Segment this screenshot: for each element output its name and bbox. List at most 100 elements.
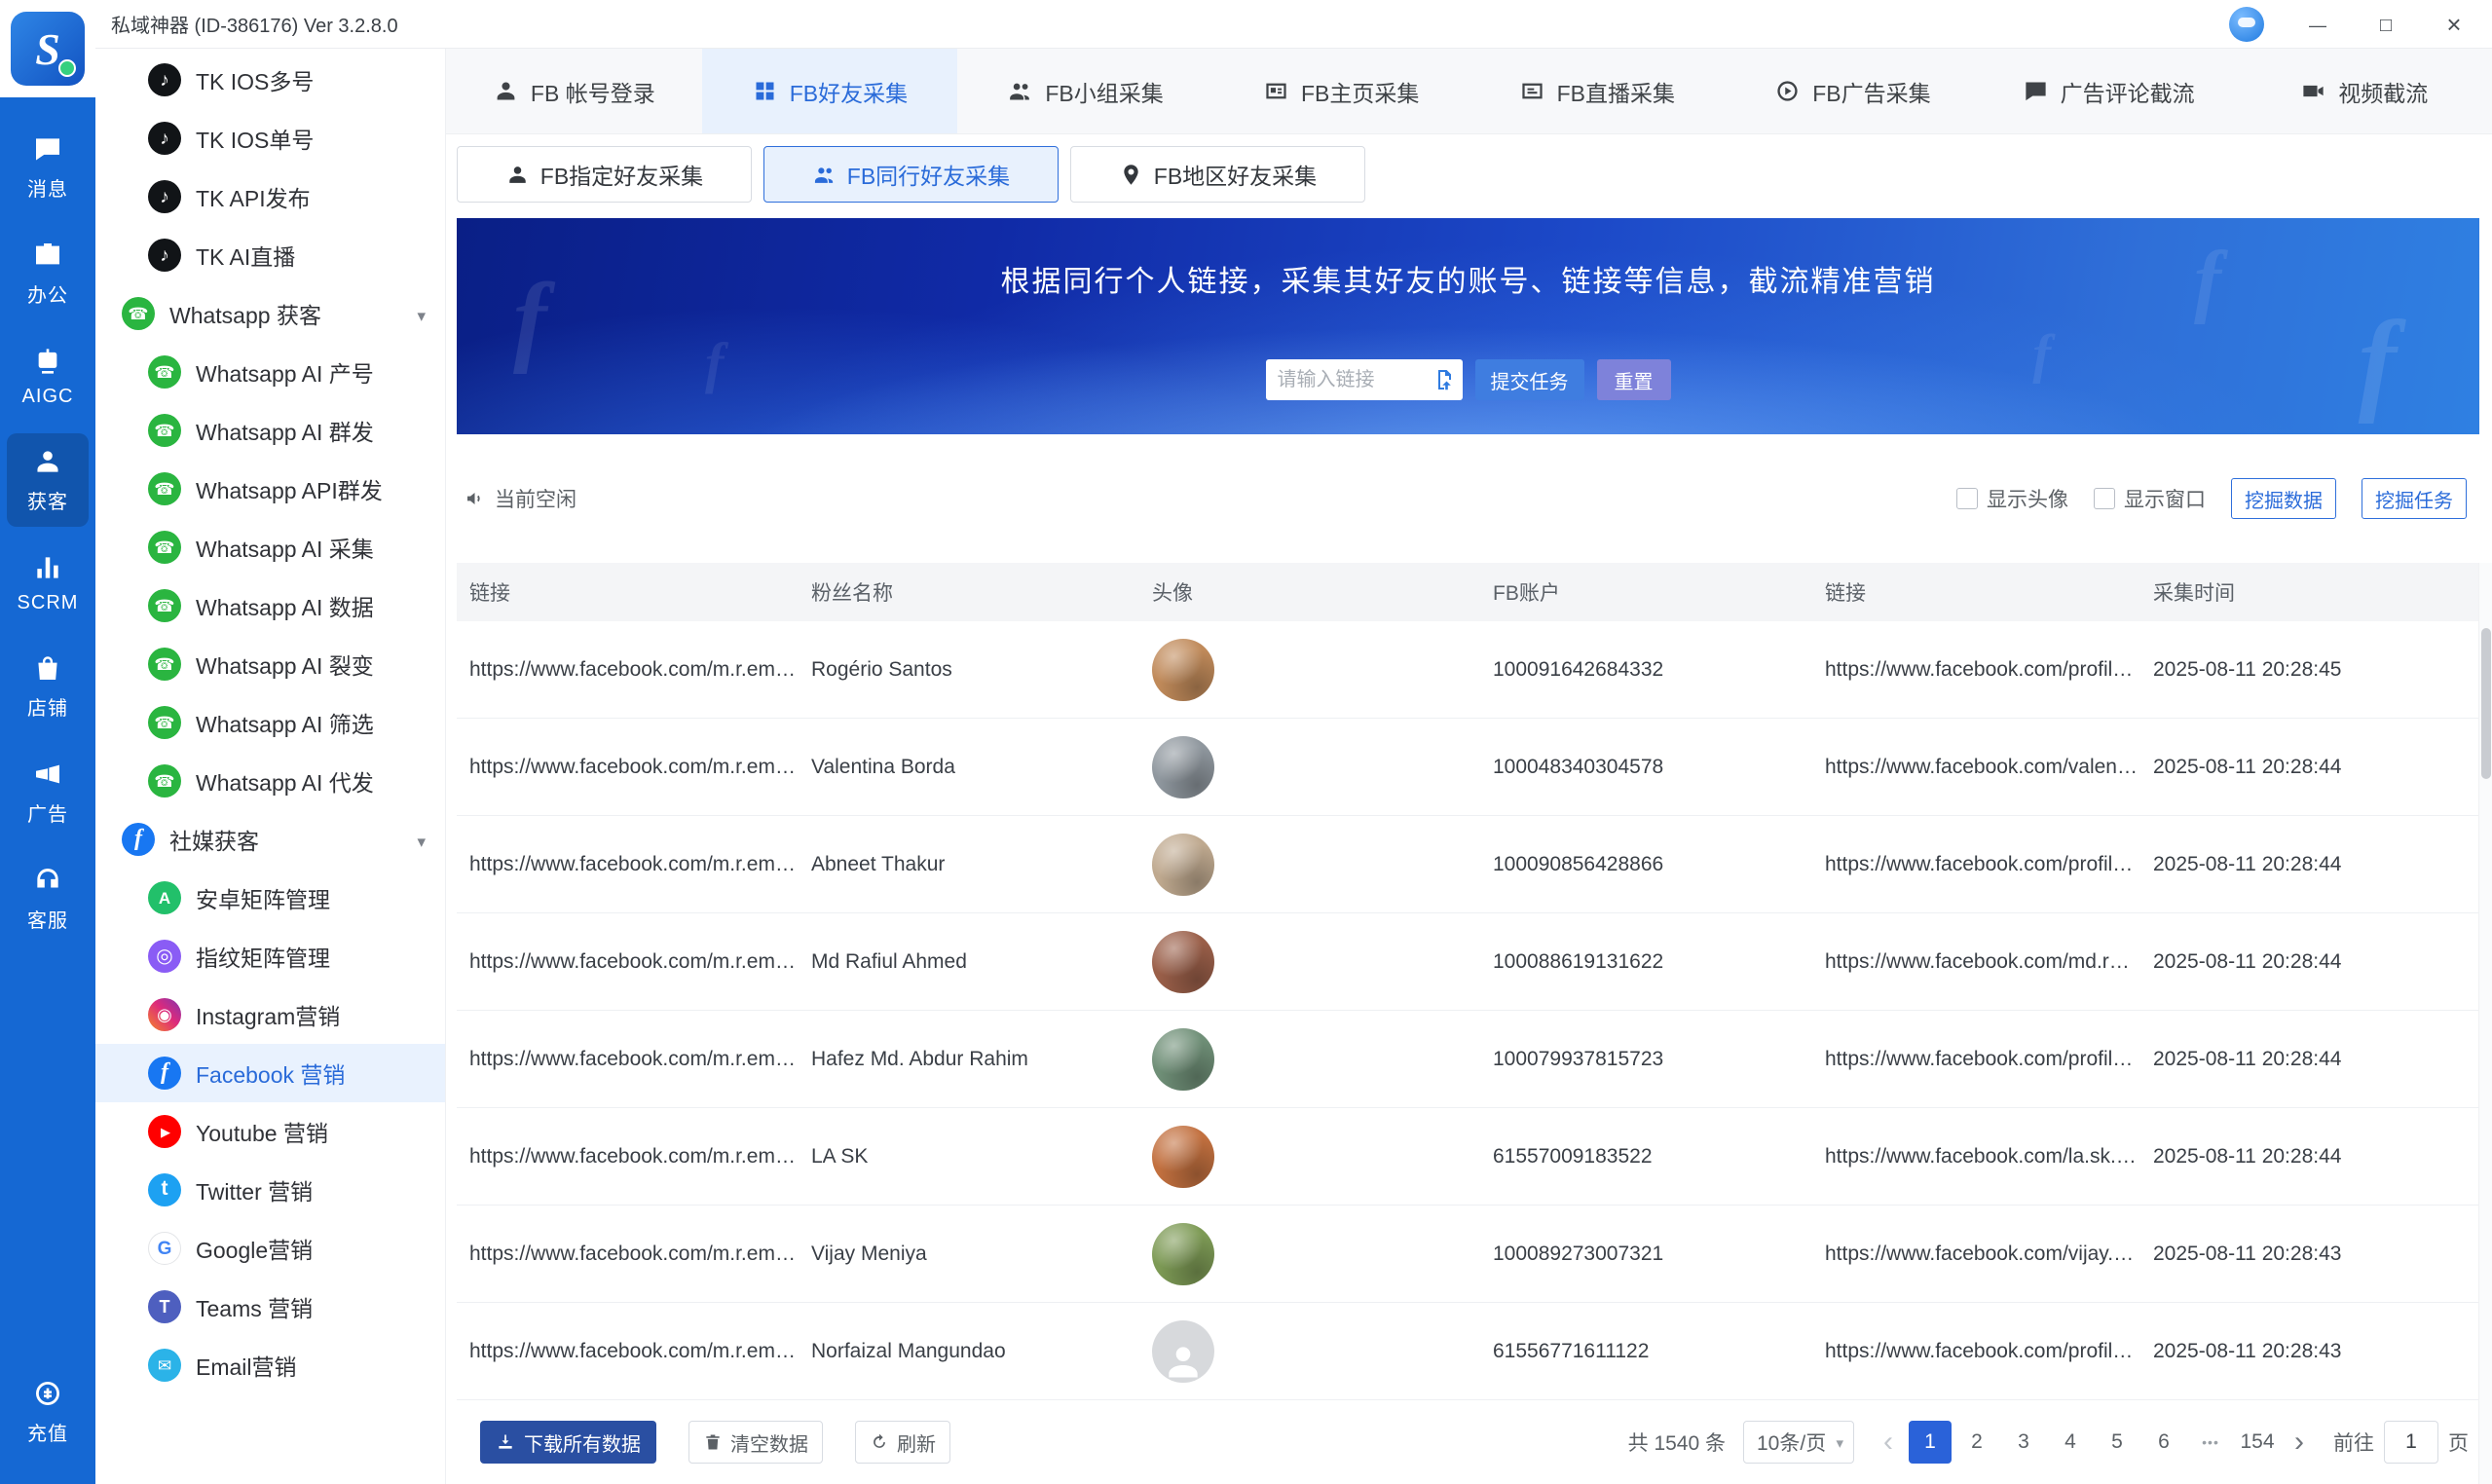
user-avatar[interactable] [2229, 6, 2264, 42]
table-row[interactable]: https://www.facebook.com/m.r.emo... Md R… [457, 913, 2479, 1011]
mine-data-button[interactable]: 挖掘数据 [2231, 478, 2336, 519]
goto-page-input[interactable] [2384, 1421, 2438, 1464]
sidebar-item[interactable]: TK IOS多号 [95, 51, 445, 109]
tab[interactable]: FB 帐号登录 [446, 49, 702, 133]
subtab[interactable]: FB地区好友采集 [1070, 146, 1365, 203]
page-button[interactable]: 154 [2236, 1421, 2279, 1464]
page-size-select[interactable]: 10条/页 [1743, 1421, 1854, 1464]
next-page-button[interactable] [2283, 1428, 2316, 1457]
sidebar-item[interactable]: Google营销 [95, 1219, 445, 1278]
rail-item[interactable]: 店铺 [7, 640, 89, 733]
trash-icon [703, 1432, 723, 1452]
checkbox-icon[interactable] [1956, 488, 1978, 509]
avatar-cell [1139, 1125, 1480, 1188]
rail-item[interactable]: SCRM [7, 539, 89, 627]
teams-icon [148, 1290, 181, 1323]
source-link-cell: https://www.facebook.com/m.r.emo... [469, 1144, 799, 1168]
tab-label: FB广告采集 [1812, 80, 1931, 106]
table-row[interactable]: https://www.facebook.com/m.r.emo... Vale… [457, 719, 2479, 816]
subtab[interactable]: FB指定好友采集 [457, 146, 752, 203]
facebook-icon [148, 1057, 181, 1090]
tab[interactable]: FB广告采集 [1725, 49, 1981, 133]
android-icon [148, 881, 181, 914]
sidebar-item[interactable]: Instagram营销 [95, 985, 445, 1044]
rail-item[interactable]: 广告 [7, 746, 89, 839]
sidebar-item[interactable]: Whatsapp AI 裂变 [95, 635, 445, 693]
tab[interactable]: FB好友采集 [701, 49, 958, 133]
link-input[interactable] [1277, 368, 1426, 391]
sidebar-item[interactable]: 社媒获客 [95, 810, 445, 869]
page-button[interactable]: 5 [2096, 1421, 2139, 1464]
table-row[interactable]: https://www.facebook.com/m.r.emo... LA S… [457, 1108, 2479, 1206]
tab[interactable]: 视频截流 [2236, 49, 2492, 133]
checkbox-icon[interactable] [2094, 488, 2115, 509]
sidebar-item[interactable]: Whatsapp AI 产号 [95, 343, 445, 401]
mine-task-button[interactable]: 挖掘任务 [2362, 478, 2467, 519]
show-window-checkbox[interactable]: 显示窗口 [2094, 484, 2206, 513]
tab[interactable]: 广告评论截流 [1981, 49, 2237, 133]
sidebar-item[interactable]: TK AI直播 [95, 226, 445, 284]
submit-task-button[interactable]: 提交任务 [1474, 359, 1584, 400]
subtab-label: FB同行好友采集 [846, 164, 1011, 189]
sidebar-item[interactable]: TK API发布 [95, 167, 445, 226]
banner-form: 提交任务 重置 [457, 359, 2479, 400]
tab[interactable]: FB主页采集 [1213, 49, 1469, 133]
rail-item[interactable]: 消息 [7, 121, 89, 214]
close-button[interactable] [2439, 12, 2469, 37]
download-all-button[interactable]: 下载所有数据 [480, 1421, 656, 1464]
sidebar-item[interactable]: Whatsapp AI 采集 [95, 518, 445, 576]
reset-button[interactable]: 重置 [1596, 359, 1671, 400]
scrollbar[interactable] [2478, 563, 2492, 1484]
maximize-button[interactable] [2371, 14, 2400, 35]
table-row[interactable]: https://www.facebook.com/m.r.emo... Rogé… [457, 621, 2479, 719]
subtab[interactable]: FB同行好友采集 [763, 146, 1059, 203]
page-button[interactable]: 6 [2142, 1421, 2185, 1464]
page-button[interactable]: 3 [2002, 1421, 2045, 1464]
sidebar-item[interactable]: Facebook 营销 [95, 1044, 445, 1102]
fan-name-cell: Norfaizal Mangundao [811, 1339, 1006, 1362]
rail-item[interactable]: AIGC [7, 333, 89, 421]
show-avatar-checkbox[interactable]: 显示头像 [1956, 484, 2068, 513]
video-intercept-icon [2300, 78, 2326, 104]
profile-link-cell: https://www.facebook.com/profile.p... [1825, 852, 2140, 875]
sidebar-item[interactable]: Whatsapp AI 代发 [95, 752, 445, 810]
sidebar-item[interactable]: Whatsapp AI 数据 [95, 576, 445, 635]
clear-data-button[interactable]: 清空数据 [688, 1421, 823, 1464]
sidebar-item[interactable]: Whatsapp AI 筛选 [95, 693, 445, 752]
tab-label: FB小组采集 [1045, 80, 1164, 106]
sidebar-item[interactable]: Whatsapp AI 群发 [95, 401, 445, 460]
rail-item[interactable]: 客服 [7, 852, 89, 946]
sidebar-item[interactable]: Whatsapp 获客 [95, 284, 445, 343]
page-button[interactable]: ••• [2189, 1421, 2232, 1464]
avatar-cell [1139, 833, 1480, 896]
sidebar-item[interactable]: Twitter 营销 [95, 1161, 445, 1219]
sidebar-item[interactable]: Email营销 [95, 1336, 445, 1394]
scrollbar-thumb[interactable] [2481, 628, 2491, 779]
minimize-button[interactable] [2303, 14, 2332, 35]
table-row[interactable]: https://www.facebook.com/m.r.emo... Vija… [457, 1206, 2479, 1303]
sidebar-item[interactable]: 安卓矩阵管理 [95, 869, 445, 927]
sidebar-item[interactable]: Whatsapp API群发 [95, 460, 445, 518]
paste-icon[interactable] [1432, 368, 1455, 391]
sidebar-item[interactable]: Youtube 营销 [95, 1102, 445, 1161]
sidebar-item[interactable]: Teams 营销 [95, 1278, 445, 1336]
page-button[interactable]: 4 [2049, 1421, 2092, 1464]
page-button[interactable]: 1 [1909, 1421, 1952, 1464]
tab[interactable]: FB小组采集 [957, 49, 1213, 133]
table-row[interactable]: https://www.facebook.com/m.r.emo... Hafe… [457, 1011, 2479, 1108]
rail-item[interactable]: 办公 [7, 227, 89, 320]
tab[interactable]: FB直播采集 [1469, 49, 1726, 133]
fan-avatar [1152, 1319, 1214, 1383]
sidebar-item[interactable]: TK IOS单号 [95, 109, 445, 167]
prev-page-button[interactable] [1872, 1428, 1905, 1457]
rail-item[interactable]: 获客 [7, 433, 89, 527]
page-button[interactable]: 2 [1955, 1421, 1998, 1464]
table-row[interactable]: https://www.facebook.com/m.r.emo... Abne… [457, 816, 2479, 913]
refresh-button[interactable]: 刷新 [855, 1421, 950, 1464]
app-window: 消息 办公 AIGC 获客 SC [0, 0, 2492, 1484]
rail-item[interactable]: 充值 [7, 1365, 89, 1459]
pagination: 1 2 3 4 5 6 [1872, 1421, 2316, 1464]
sidebar-item[interactable]: 指纹矩阵管理 [95, 927, 445, 985]
chevron-down-icon [1836, 1430, 1843, 1454]
table-row[interactable]: https://www.facebook.com/m.r.emo... Norf… [457, 1303, 2479, 1400]
